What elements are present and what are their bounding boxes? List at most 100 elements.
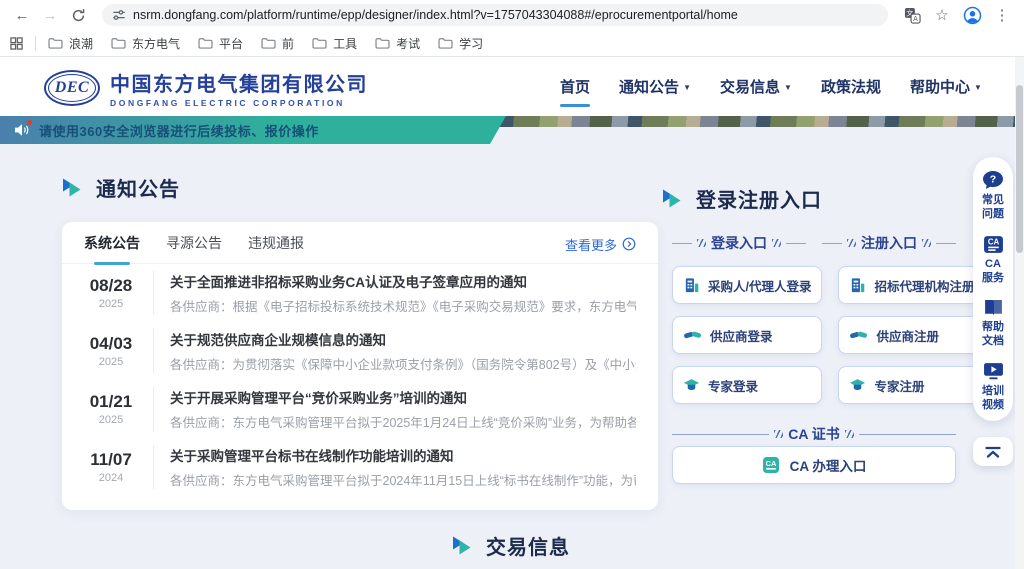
section-arrow-icon bbox=[62, 178, 83, 197]
notice-title: 关于采购管理平台标书在线制作功能培训的通知 bbox=[170, 445, 636, 465]
speaker-icon bbox=[14, 123, 30, 137]
notice-date: 01/21 2025 bbox=[84, 392, 138, 426]
ribbon-text: 请使用360安全浏览器进行后续投标、报价操作 bbox=[39, 121, 319, 140]
apps-grid-icon[interactable] bbox=[10, 37, 23, 50]
ca-badge-icon: CA bbox=[762, 456, 780, 474]
folder-icon bbox=[312, 37, 327, 49]
expert-register-button[interactable]: 专家注册 bbox=[838, 366, 985, 404]
training-video-shortcut[interactable]: 培训视频 bbox=[978, 362, 1008, 413]
notice-title: 关于全面推进非招标采购业务CA认证及电子签章应用的通知 bbox=[170, 271, 636, 291]
folder-icon bbox=[261, 37, 276, 49]
tab-violation-reports[interactable]: 违规通报 bbox=[248, 233, 304, 265]
announcements-card: 系统公告 寻源公告 违规通报 查看更多 08/28 2025 关于全面推进非招标… bbox=[62, 222, 658, 510]
question-icon: ? bbox=[982, 170, 1004, 190]
tab-system-announcements[interactable]: 系统公告 bbox=[84, 233, 140, 265]
section-title: 交易信息 bbox=[486, 531, 570, 560]
graduation-cap-icon bbox=[849, 378, 866, 392]
company-name-en: DONGFANG ELECTRIC CORPORATION bbox=[110, 98, 368, 108]
main-nav: 首页 通知公告 ▼ 交易信息 ▼ 政策法规 帮助中心 ▼ bbox=[560, 57, 982, 116]
nav-item-announcements[interactable]: 通知公告 ▼ bbox=[619, 70, 691, 103]
bookmark-folder[interactable]: 浪潮 bbox=[48, 35, 93, 52]
section-title: 通知公告 bbox=[96, 173, 180, 202]
handshake-icon bbox=[683, 328, 702, 342]
svg-text:CA: CA bbox=[765, 459, 776, 468]
folder-icon bbox=[438, 37, 453, 49]
address-bar[interactable]: nsrm.dongfang.com/platform/runtime/epp/d… bbox=[102, 4, 888, 26]
supplier-login-button[interactable]: 供应商登录 bbox=[672, 316, 822, 354]
ca-service-shortcut[interactable]: CA CA服务 bbox=[978, 235, 1008, 286]
purchaser-agent-login-button[interactable]: 采购人/代理人登录 bbox=[672, 266, 822, 304]
reload-icon[interactable] bbox=[66, 3, 90, 27]
list-item[interactable]: 11/07 2024 关于采购管理平台标书在线制作功能培训的通知 各供应商：东方… bbox=[62, 438, 658, 496]
url-text: nsrm.dongfang.com/platform/runtime/epp/d… bbox=[133, 8, 738, 22]
chevron-down-icon: ▼ bbox=[974, 83, 982, 92]
chevron-down-icon: ▼ bbox=[784, 83, 792, 92]
ca-apply-button[interactable]: CA CA 办理入口 bbox=[672, 446, 956, 484]
notice-desc: 各供应商：东方电气采购管理平台拟于2024年11月15日上线“标书在线制作”功能… bbox=[170, 470, 636, 489]
section-arrow-icon bbox=[662, 189, 683, 208]
faq-shortcut[interactable]: ? 常见问题 bbox=[978, 170, 1008, 222]
bidding-agency-register-button[interactable]: 招标代理机构注册 bbox=[838, 266, 985, 304]
nav-item-policies[interactable]: 政策法规 bbox=[821, 70, 881, 103]
forward-icon[interactable]: → bbox=[38, 3, 62, 27]
ca-card-icon: CA bbox=[983, 235, 1004, 254]
view-more-icon bbox=[622, 237, 636, 251]
browser-window: ← → nsrm.dongfang.com/platform/runtime/e… bbox=[0, 0, 1024, 569]
help-docs-shortcut[interactable]: 帮助文档 bbox=[978, 298, 1008, 349]
divider bbox=[35, 36, 36, 51]
bookmark-folder[interactable]: 工具 bbox=[312, 35, 357, 52]
company-name-cn: 中国东方电气集团有限公司 bbox=[110, 68, 368, 97]
notice-desc: 各供应商：东方电气采购管理平台拟于2025年1月24日上线“竞价采购”业务，为帮… bbox=[170, 412, 636, 431]
collapse-rail-button[interactable] bbox=[973, 437, 1013, 466]
training-video-icon bbox=[983, 362, 1004, 381]
bookmark-folder[interactable]: 考试 bbox=[375, 35, 420, 52]
company-logo[interactable]: DEC 中国东方电气集团有限公司 DONGFANG ELECTRIC CORPO… bbox=[44, 68, 368, 108]
expert-login-button[interactable]: 专家登录 bbox=[672, 366, 822, 404]
bookmark-star-icon[interactable]: ☆ bbox=[930, 3, 954, 27]
folder-icon bbox=[198, 37, 213, 49]
bookmark-folder[interactable]: 东方电气 bbox=[111, 35, 180, 52]
nav-item-help-center[interactable]: 帮助中心 ▼ bbox=[910, 70, 982, 103]
view-more-link[interactable]: 查看更多 bbox=[565, 235, 636, 264]
notice-date: 11/07 2024 bbox=[84, 450, 138, 484]
svg-text:?: ? bbox=[990, 174, 996, 186]
list-item[interactable]: 08/28 2025 关于全面推进非招标采购业务CA认证及电子签章应用的通知 各… bbox=[62, 264, 658, 322]
scrollbar[interactable] bbox=[1015, 57, 1024, 569]
folder-icon bbox=[111, 37, 126, 49]
organization-icon bbox=[849, 277, 866, 294]
quick-access-rail: ? 常见问题 CA CA服务 帮助文档 培训视频 bbox=[973, 157, 1013, 421]
notice-date: 04/03 2025 bbox=[84, 334, 138, 368]
scrollbar-thumb[interactable] bbox=[1016, 85, 1023, 253]
notification-dot bbox=[27, 120, 32, 125]
translate-icon[interactable]: 文A bbox=[900, 3, 924, 27]
svg-text:A: A bbox=[913, 15, 918, 23]
supplier-register-button[interactable]: 专家登录 供应商注册 bbox=[838, 316, 985, 354]
ca-group-header: CA 证书 bbox=[672, 424, 956, 444]
section-arrow-icon bbox=[452, 536, 473, 555]
nav-item-home[interactable]: 首页 bbox=[560, 70, 590, 103]
folder-icon bbox=[48, 37, 63, 49]
bookmark-folder[interactable]: 学习 bbox=[438, 35, 483, 52]
notice-title: 关于开展采购管理平台“竞价采购业务”培训的通知 bbox=[170, 387, 636, 407]
nav-item-trade-info[interactable]: 交易信息 ▼ bbox=[720, 70, 792, 103]
announcements-tabs: 系统公告 寻源公告 违规通报 查看更多 bbox=[62, 222, 658, 264]
handshake-icon bbox=[849, 328, 868, 342]
tab-sourcing-announcements[interactable]: 寻源公告 bbox=[166, 233, 222, 265]
folder-icon bbox=[375, 37, 390, 49]
svg-text:CA: CA bbox=[987, 237, 999, 246]
bookmark-folder[interactable]: 平台 bbox=[198, 35, 243, 52]
profile-icon[interactable] bbox=[960, 3, 984, 27]
back-icon[interactable]: ← bbox=[10, 3, 34, 27]
help-doc-icon bbox=[983, 298, 1004, 317]
trade-section-header: 交易信息 bbox=[452, 531, 570, 560]
organization-icon bbox=[683, 277, 700, 294]
site-info-icon[interactable] bbox=[112, 8, 126, 22]
menu-dots-icon[interactable]: ⋮ bbox=[990, 3, 1014, 27]
graduation-cap-icon bbox=[683, 378, 700, 392]
bookmark-folder[interactable]: 前 bbox=[261, 35, 294, 52]
register-group-header: 注册入口 bbox=[822, 233, 956, 253]
list-item[interactable]: 04/03 2025 关于规范供应商企业规模信息的通知 各供应商：为贯彻落实《保… bbox=[62, 322, 658, 380]
list-item[interactable]: 01/21 2025 关于开展采购管理平台“竞价采购业务”培训的通知 各供应商：… bbox=[62, 380, 658, 438]
browser-notice-ribbon: 请使用360安全浏览器进行后续投标、报价操作 bbox=[0, 116, 506, 144]
login-register-section-header: 登录注册入口 bbox=[662, 184, 822, 213]
